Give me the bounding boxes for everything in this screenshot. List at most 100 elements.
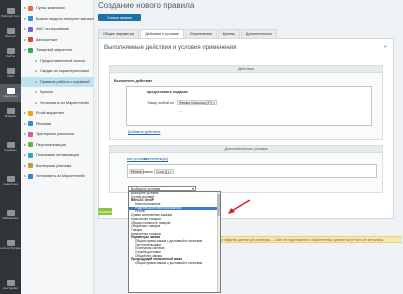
sidebar-item-6[interactable]: Скидки по хаpактеристикам — [21, 66, 94, 76]
rail-item-3[interactable]: CRM — [0, 64, 21, 82]
add-action-link[interactable]: Добавить действие — [128, 130, 160, 134]
tab-2[interactable]: Ограничения — [184, 29, 217, 38]
tab-3[interactable]: Купоны — [217, 29, 240, 38]
rail-item-label: Сайты — [5, 54, 16, 58]
rail-item-label: Контент — [4, 34, 17, 38]
rail-item-0[interactable]: Рабочий стол — [0, 4, 21, 22]
conditions-header: Дополнительные условия — [110, 146, 382, 153]
sidebar-item-8[interactable]: Купоны — [21, 87, 94, 97]
performed-link[interactable]: выполнены(ы) — [144, 157, 168, 161]
sidebar-item-2[interactable]: ABC тестирование — [21, 24, 94, 34]
rail-item-label: Сервисы — [4, 148, 17, 152]
chevron-down-icon — [192, 188, 194, 190]
bullet-icon — [35, 91, 37, 93]
chevron-right-icon[interactable] — [24, 164, 26, 167]
sidebar-item-15[interactable]: Баннерная реклама — [21, 161, 94, 171]
sidebar-item-16[interactable]: Установить из Маркетплейс — [21, 171, 94, 181]
rail-item-9[interactable]: Перейти в Битрикс24 — [0, 236, 25, 254]
rail-item-6[interactable]: Сервисы — [0, 138, 21, 156]
page-title: Создание нового правила — [98, 1, 195, 10]
sidebar-item-3[interactable]: Автоконтакт — [21, 35, 94, 45]
bullet-icon — [35, 59, 37, 62]
sidebar-item-label: Пульс компании — [36, 6, 65, 10]
rail-item-label: CRM — [7, 74, 14, 78]
menu-icon — [28, 121, 33, 126]
chevron-right-icon[interactable] — [24, 133, 26, 135]
sidebar-item-label: Предоставленный список — [40, 58, 86, 63]
chevron-right-icon[interactable] — [24, 28, 26, 30]
rail-item-5[interactable]: Магазин — [0, 104, 21, 122]
menu-icon — [28, 163, 33, 168]
chevron-right-icon[interactable] — [24, 38, 26, 41]
rail-item-2[interactable]: Сайты — [0, 44, 21, 62]
chevron-down-icon[interactable] — [24, 49, 26, 51]
region-tag[interactable]: Сочи [1] × — [154, 169, 174, 174]
product-picker[interactable]: ... — [179, 109, 182, 113]
region-tag-label: Сочи [1] — [156, 170, 169, 174]
chevron-right-icon[interactable] — [24, 143, 26, 146]
sidebar-item-5[interactable]: Предоставленный список — [21, 56, 94, 66]
chevron-right-icon[interactable] — [24, 7, 26, 9]
rail-item-label: Аналитика — [3, 182, 18, 186]
bullet-icon — [35, 70, 37, 72]
rail-item-label: Рабочий стол — [1, 14, 20, 18]
product-tag[interactable]: Фемма Классика [37] × — [177, 100, 218, 105]
rules-list-button[interactable]: Список правил — [98, 14, 141, 21]
menu-icon — [28, 5, 33, 11]
tab-1[interactable]: Действия и условия — [140, 29, 184, 38]
bullet-icon — [35, 80, 37, 83]
region-label: Регион — [129, 169, 144, 174]
remove-icon[interactable]: × — [213, 101, 215, 105]
tab-4[interactable]: Дополнительно — [240, 29, 277, 38]
actions-section: Действия Выполнить действие предоставить… — [109, 65, 383, 140]
sidebar-item-label: Триггерные рассылки — [36, 132, 74, 136]
menu-icon — [28, 16, 33, 21]
rail-item-4[interactable]: Маркетинг — [0, 84, 21, 102]
equals-select[interactable]: равно — [143, 170, 153, 174]
sidebar-item-4[interactable]: Товарный маркетинг — [21, 45, 94, 55]
do-action-label: Выполнить действие — [114, 79, 153, 83]
collapse-icon[interactable]: « — [384, 45, 388, 50]
menu-icon — [28, 131, 33, 137]
sidebar-item-13[interactable]: Персонализация — [21, 140, 94, 150]
chevron-right-icon[interactable] — [24, 112, 26, 114]
sidebar-item-9[interactable]: Установить из Маркетплейс — [21, 98, 94, 108]
menu-icon — [28, 142, 33, 147]
save-button[interactable]: Сохранить — [97, 208, 113, 215]
menu-icon — [28, 110, 33, 116]
chevron-right-icon[interactable] — [24, 175, 26, 177]
rail-item-8[interactable]: Marketplace — [0, 206, 21, 224]
rail-item-10[interactable]: Настройки — [0, 276, 21, 294]
sidebar-item-12[interactable]: Триггерные рассылки — [21, 129, 94, 139]
sidebar-item-label: Правила работы с корзиной — [40, 79, 90, 84]
rail-item-label: Магазин — [4, 114, 17, 118]
sidebar-item-10[interactable]: Email-маркетинг — [21, 108, 94, 118]
scrollbar-thumb[interactable] — [217, 194, 220, 216]
panel-title: Выполняемые действия и условия применени… — [104, 45, 237, 51]
sidebar-item-0[interactable]: Пульс компании — [21, 3, 94, 13]
menu-icon — [28, 47, 33, 53]
sidebar-item-11[interactable]: Реклама — [21, 119, 94, 129]
tab-0[interactable]: Общие параметры — [98, 29, 140, 38]
sidebar-item-label: Бизнес модель интернет-магазина — [36, 16, 94, 21]
remove-icon[interactable]: × — [170, 170, 172, 174]
chevron-right-icon[interactable] — [24, 154, 26, 156]
sidebar-item-14[interactable]: Поисковая оптимизация — [21, 150, 94, 160]
left-rail: Рабочий стол Контент Сайты CRM Маркетинг Мага… — [0, 0, 25, 294]
tab-bar: Общие параметры Действия и условия Огранич… — [98, 29, 278, 38]
sidebar-item-label: Товарный маркетинг — [36, 48, 73, 52]
sidebar-item-label: Баннерная реклама — [36, 163, 72, 168]
condition-dropdown[interactable]: Выберите условие Группа условий Bitrix24: … — [128, 191, 221, 293]
dropdown-scrollbar[interactable] — [217, 192, 220, 292]
any-of-select[interactable]: любой из — [158, 101, 174, 105]
chevron-right-icon[interactable] — [24, 17, 26, 20]
sidebar-item-label: Купоны — [40, 90, 54, 94]
product-label: Товар — [147, 101, 157, 105]
sidebar-item-1[interactable]: Бизнес модель интернет-магазина — [21, 14, 94, 24]
rail-item-7[interactable]: Аналитика — [0, 172, 21, 190]
sidebar-item-7[interactable]: Правила работы с корзиной — [21, 76, 94, 87]
dropdown-option[interactable]: Общая сумма заказа с доставкой и налогам… — [129, 261, 220, 266]
chevron-right-icon[interactable] — [24, 122, 26, 125]
sidebar-item-label: Скидки по хаpактеристикам — [40, 69, 89, 73]
rail-item-1[interactable]: Контент — [0, 24, 21, 42]
